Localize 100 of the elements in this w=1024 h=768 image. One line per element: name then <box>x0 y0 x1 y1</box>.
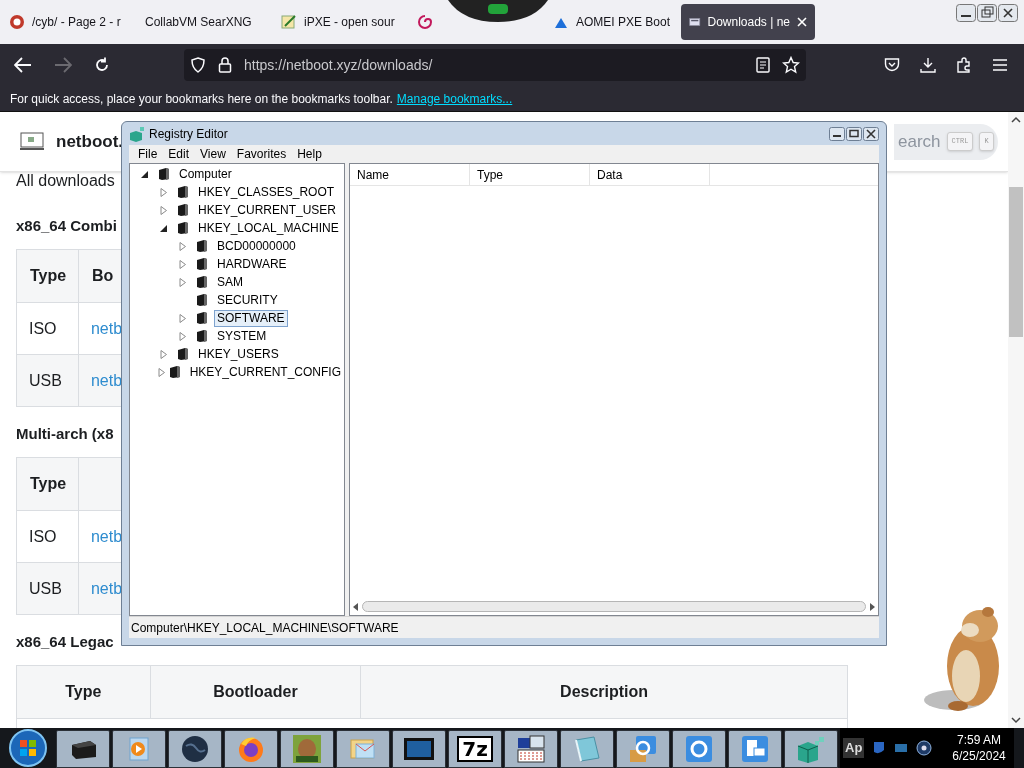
expand-arrow-icon[interactable] <box>177 259 187 269</box>
menu-item[interactable]: Favorites <box>236 145 287 163</box>
puzzle-icon[interactable] <box>956 57 972 73</box>
taskbar-button[interactable] <box>168 730 222 768</box>
pen-icon <box>281 14 297 30</box>
tree-item[interactable]: SECURITY <box>214 291 281 309</box>
tree-item[interactable]: BCD00000000 <box>214 237 299 255</box>
column-header[interactable]: Name <box>350 164 470 185</box>
collapse-arrow-icon[interactable] <box>139 169 149 179</box>
logo-icon <box>20 131 44 152</box>
section-heading: x86_64 Combi <box>16 216 117 236</box>
browser-tab[interactable]: CollabVM SearXNG <box>145 13 252 31</box>
swirl-icon[interactable] <box>417 14 433 30</box>
expand-arrow-icon[interactable] <box>158 349 168 359</box>
monitor-icon <box>403 736 435 762</box>
taskbar-button[interactable] <box>616 730 670 768</box>
tree-item[interactable]: HKEY_CLASSES_ROOT <box>195 183 338 201</box>
folder-icon <box>196 275 208 289</box>
expand-arrow-icon[interactable] <box>158 187 168 197</box>
reader-view-icon[interactable] <box>756 57 770 73</box>
window-title: Registry Editor <box>149 125 228 143</box>
taskbar-button[interactable] <box>504 730 558 768</box>
sync-icon <box>628 734 658 764</box>
tree-item[interactable]: HKEY_CURRENT_USER <box>195 201 340 219</box>
tree-item[interactable]: HKEY_CURRENT_CONFIG <box>186 363 344 381</box>
toolbar-handle[interactable] <box>448 0 548 24</box>
download-link[interactable]: netb <box>90 316 123 341</box>
browser-tab[interactable]: Downloads | ne <box>681 4 815 40</box>
taskbar-button[interactable] <box>392 730 446 768</box>
tray-label: Ap <box>843 738 865 758</box>
taskbar-button[interactable] <box>112 730 166 768</box>
taskbar-button[interactable] <box>784 730 838 768</box>
display-tray-icon[interactable] <box>894 742 909 754</box>
expand-arrow-icon[interactable] <box>177 241 187 251</box>
scrollbar-thumb[interactable] <box>1009 187 1023 337</box>
download-icon[interactable] <box>920 57 936 73</box>
menu-item[interactable]: Help <box>297 145 322 163</box>
minimize-icon[interactable] <box>829 126 845 141</box>
taskbar-button[interactable] <box>336 730 390 768</box>
expand-arrow-icon[interactable] <box>177 331 187 341</box>
column-header: Type <box>65 682 102 702</box>
taskbar-button[interactable] <box>728 730 782 768</box>
manage-bookmarks-link[interactable]: Manage bookmarks... <box>396 89 513 108</box>
scroll-left-icon[interactable] <box>352 602 360 611</box>
taskbar-button[interactable] <box>224 730 278 768</box>
column-header: Description <box>560 682 649 702</box>
menu-item[interactable]: View <box>200 145 226 163</box>
shield-icon[interactable] <box>190 57 206 73</box>
lock-icon[interactable] <box>218 57 232 73</box>
taskbar-button[interactable]: 7z <box>448 730 502 768</box>
tree-item[interactable]: Computer <box>176 165 235 183</box>
scroll-right-icon[interactable] <box>868 602 876 611</box>
menu-item[interactable]: Edit <box>168 145 190 163</box>
pocket-icon[interactable] <box>884 57 900 73</box>
taskbar-button[interactable] <box>56 730 110 768</box>
clock-date: 6/25/2024 <box>952 748 1006 764</box>
close-icon[interactable] <box>998 4 1018 22</box>
menu-item[interactable]: File <box>138 145 158 163</box>
horizontal-scrollbar[interactable] <box>362 601 866 612</box>
folder-icon <box>177 347 189 361</box>
tree-item[interactable]: SYSTEM <box>214 327 270 345</box>
column-header: Type <box>30 266 67 286</box>
column-header[interactable]: Data <box>590 164 710 185</box>
minimize-icon[interactable] <box>956 4 976 22</box>
tree-item[interactable]: HARDWARE <box>214 255 290 273</box>
expand-arrow-icon[interactable] <box>177 313 187 323</box>
column-header[interactable]: Type <box>470 164 590 185</box>
maximize-icon[interactable] <box>846 126 862 141</box>
scroll-up-icon[interactable] <box>1011 116 1021 124</box>
folder-icon <box>196 239 208 253</box>
collapse-arrow-icon[interactable] <box>158 223 168 233</box>
tree-item[interactable]: HKEY_LOCAL_MACHINE <box>195 219 342 237</box>
tree-item[interactable]: SAM <box>214 273 246 291</box>
address-bar[interactable]: https://netboot.xyz/downloads/ <box>184 49 806 81</box>
forward-icon[interactable] <box>54 57 72 73</box>
star-icon[interactable] <box>782 56 800 74</box>
taskbar-button[interactable] <box>560 730 614 768</box>
table-cell-text: ISO <box>29 318 57 339</box>
network-icon <box>516 734 546 764</box>
tree-item[interactable]: HKEY_USERS <box>195 345 282 363</box>
scroll-down-icon[interactable] <box>1011 716 1021 724</box>
reload-icon[interactable] <box>94 57 110 73</box>
url-text: https://netboot.xyz/downloads/ <box>244 55 433 75</box>
expand-arrow-icon[interactable] <box>157 367 166 377</box>
taskbar-button[interactable] <box>280 730 334 768</box>
menu-icon[interactable] <box>992 58 1008 72</box>
tree-item[interactable]: SOFTWARE <box>214 309 288 327</box>
download-link[interactable]: netb <box>90 524 123 549</box>
shield-tray-icon[interactable] <box>872 740 887 756</box>
audio-tray-icon[interactable] <box>916 740 933 756</box>
close-icon[interactable] <box>863 126 879 141</box>
restore-icon[interactable] <box>977 4 997 22</box>
expand-arrow-icon[interactable] <box>177 277 187 287</box>
browser-tab[interactable]: AOMEI PXE Boot <box>576 13 671 31</box>
browser-tab[interactable]: /cyb/ - Page 2 - r <box>32 13 121 31</box>
expand-arrow-icon[interactable] <box>158 205 168 215</box>
start-icon[interactable] <box>9 729 47 767</box>
taskbar-button[interactable] <box>672 730 726 768</box>
browser-tab[interactable]: iPXE - open sour <box>304 13 395 31</box>
back-icon[interactable] <box>14 57 32 73</box>
